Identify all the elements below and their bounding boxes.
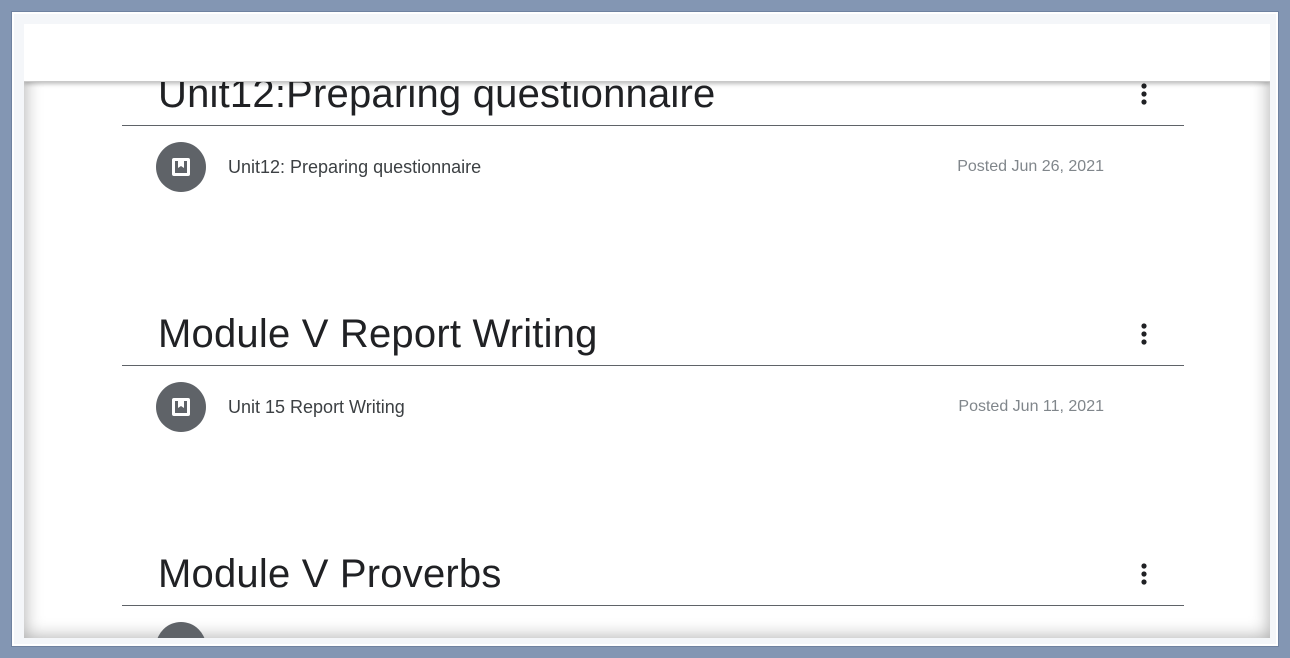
material-title[interactable]: Unit 15 Report Writing [228,397,405,418]
topic-header: Module V Proverbs [122,544,1184,606]
material-icon [156,142,206,192]
topic-more-options-button[interactable] [1132,78,1156,110]
material-icon [156,622,206,638]
posted-date: Posted Jun 11, 2021 [958,398,1104,415]
topic-header: Module V Report Writing [122,304,1184,366]
more-vert-icon [1141,323,1147,345]
more-vert-icon [1141,83,1147,105]
material-icon [156,382,206,432]
material-title[interactable]: Unit12: Preparing questionnaire [228,157,481,178]
screenshot-frame: Unit12:Preparing questionnaire Unit12: P… [12,12,1278,646]
topic-more-options-button[interactable] [1132,318,1156,350]
classwork-page: Unit12:Preparing questionnaire Unit12: P… [24,24,1270,638]
more-vert-icon [1141,563,1147,585]
topic-more-options-button[interactable] [1132,558,1156,590]
list-item[interactable]: Unit12: Preparing questionnaire Posted J… [122,126,1184,192]
topic-section: Unit12:Preparing questionnaire Unit12: P… [122,64,1184,192]
list-item[interactable]: Unit 15 Report Writing Posted Jun 11, 20… [122,366,1184,432]
list-item[interactable] [122,606,1184,638]
topic-list: Unit12:Preparing questionnaire Unit12: P… [24,24,1270,638]
posted-date: Posted Jun 26, 2021 [957,158,1104,175]
topic-title[interactable]: Module V Proverbs [158,552,502,597]
topic-title[interactable]: Module V Report Writing [158,312,598,357]
topic-section: Module V Report Writing Unit 15 Report W… [122,304,1184,432]
topic-section: Module V Proverbs [122,544,1184,638]
top-app-bar [24,24,1270,82]
